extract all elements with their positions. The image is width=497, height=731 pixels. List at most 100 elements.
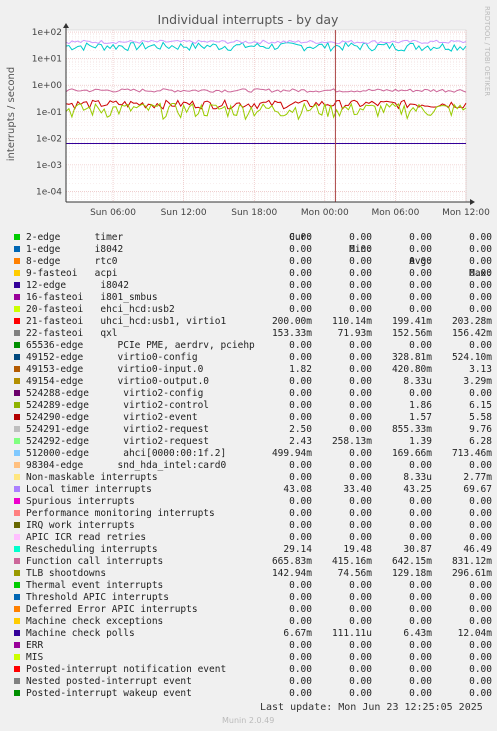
legend-avg: 642.15m [391, 556, 432, 567]
legend-swatch [14, 582, 20, 588]
legend-min: 415.16m [331, 556, 372, 567]
legend-max: 0.00 [469, 496, 492, 507]
legend-swatch [14, 306, 20, 312]
legend-row: Machine check polls 6.67m 111.11u 6.43m 12.0… [0, 628, 497, 640]
legend-max: 0.00 [469, 616, 492, 627]
legend-max: 0.00 [469, 340, 492, 351]
legend-swatch [14, 342, 20, 348]
legend-row: Rescheduling interrupts 29.14 19.48 30.87 46… [0, 544, 497, 556]
legend-series-name: 20-fasteoi ehci_hcd:usb2 [26, 304, 175, 315]
legend-row: Nested posted-interrupt event 0.00 0.00 0.0… [0, 676, 497, 688]
legend-avg: 1.39 [409, 436, 432, 447]
legend-row: 65536-edge PCIe PME, aerdrv, pciehp 0.00 0… [0, 340, 497, 352]
legend-row: 21-fasteoi uhci_hcd:usb1, virtio1 200.00m… [0, 316, 497, 328]
legend-row: 9-fasteoi acpi 0.00 0.00 0.00 0.00 [0, 268, 497, 280]
legend-min: 0.00 [349, 352, 372, 363]
legend-min: 0.00 [349, 448, 372, 459]
legend-cur: 0.00 [289, 532, 312, 543]
legend-avg: 0.00 [409, 676, 432, 687]
legend-swatch [14, 594, 20, 600]
legend-min: 0.00 [349, 280, 372, 291]
legend-series-name: Thermal event interrupts [26, 580, 164, 591]
legend-cur: 0.00 [289, 688, 312, 699]
legend-min: 0.00 [349, 652, 372, 663]
legend-avg: 0.00 [409, 460, 432, 471]
legend-series-name: APIC ICR read retries [26, 532, 147, 543]
legend-series-name: 21-fasteoi uhci_hcd:usb1, virtio1 [26, 316, 227, 327]
legend-avg: 199.41m [391, 316, 432, 327]
legend-avg: 129.18m [391, 568, 432, 579]
legend-min: 0.00 [349, 388, 372, 399]
legend-min: 33.40 [343, 484, 372, 495]
legend-cur: 665.83m [271, 556, 312, 567]
legend-avg: 0.00 [409, 268, 432, 279]
legend-header: Cur: Min: Avg: Max: [0, 220, 497, 279]
legend-row: Machine check exceptions 0.00 0.00 0.00 0.00 [0, 616, 497, 628]
legend-cur: 0.00 [289, 664, 312, 675]
legend-row: 22-fasteoi qxl 153.33m 71.93m 152.56m 156.42… [0, 328, 497, 340]
legend-max: 0.00 [469, 268, 492, 279]
legend-row: Local timer interrupts 43.08 33.40 43.25 69.… [0, 484, 497, 496]
legend-min: 0.00 [349, 292, 372, 303]
x-tick-label: Mon 12:00 [442, 208, 490, 218]
legend-avg: 0.00 [409, 280, 432, 291]
last-update: Last update: Mon Jun 23 12:25:05 2025 [260, 702, 483, 713]
legend-series-name: 22-fasteoi qxl [26, 328, 118, 339]
legend-max: 3.13 [469, 364, 492, 375]
legend-cur: 0.00 [289, 400, 312, 411]
legend-avg: 43.25 [403, 484, 432, 495]
legend-series-name: Performance monitoring interrupts [26, 508, 215, 519]
legend-series-name: 8-edge rtc0 [26, 256, 118, 267]
legend-cur: 0.00 [289, 460, 312, 471]
y-axis-label: interrupts / second [6, 67, 17, 161]
legend-cur: 0.00 [289, 256, 312, 267]
legend-cur: 0.00 [289, 508, 312, 519]
legend-avg: 0.00 [409, 304, 432, 315]
legend-max: 0.00 [469, 592, 492, 603]
legend-swatch [14, 474, 20, 480]
legend-swatch [14, 606, 20, 612]
legend-min: 0.00 [349, 532, 372, 543]
legend-cur: 0.00 [289, 280, 312, 291]
legend-row: 524288-edge virtio2-config 0.00 0.00 0.00 0.… [0, 388, 497, 400]
legend-max: 0.00 [469, 580, 492, 591]
legend-series-name: 49154-edge virtio0-output.0 [26, 376, 210, 387]
legend-row: Performance monitoring interrupts 0.00 0.0… [0, 508, 497, 520]
legend-max: 0.00 [469, 304, 492, 315]
legend-avg: 0.00 [409, 688, 432, 699]
legend-series-name: 524290-edge virtio2-event [26, 412, 198, 423]
legend-row: 524292-edge virtio2-request 2.43 258.13m 1.… [0, 436, 497, 448]
legend-row: Deferred Error APIC interrupts 0.00 0.00 0.… [0, 604, 497, 616]
legend-cur: 200.00m [271, 316, 312, 327]
legend-avg: 0.00 [409, 604, 432, 615]
legend-cur: 29.14 [283, 544, 312, 555]
legend-series-name: Spurious interrupts [26, 496, 135, 507]
legend-series-name: Posted-interrupt notification event [26, 664, 227, 675]
legend-max: 0.00 [469, 388, 492, 399]
legend-avg: 0.00 [409, 652, 432, 663]
legend-series-name: IRQ work interrupts [26, 520, 135, 531]
legend-cur: 499.94m [271, 448, 312, 459]
legend-max: 156.42m [451, 328, 492, 339]
legend-series-name: 1-edge i8042 [26, 244, 124, 255]
legend-row: 8-edge rtc0 0.00 0.00 0.00 0.00 [0, 256, 497, 268]
legend-min: 0.00 [349, 412, 372, 423]
legend-min: 0.00 [349, 256, 372, 267]
legend-cur: 0.00 [289, 652, 312, 663]
legend-avg: 0.00 [409, 244, 432, 255]
legend-swatch [14, 294, 20, 300]
legend-cur: 153.33m [271, 328, 312, 339]
legend-max: 0.00 [469, 688, 492, 699]
legend-series-name: 49153-edge virtio0-input.0 [26, 364, 204, 375]
legend-row: TLB shootdowns 142.94m 74.56m 129.18m 296.61… [0, 568, 497, 580]
legend-avg: 0.00 [409, 340, 432, 351]
legend-cur: 43.08 [283, 484, 312, 495]
legend-row: IRQ work interrupts 0.00 0.00 0.00 0.00 [0, 520, 497, 532]
legend-avg: 0.00 [409, 640, 432, 651]
legend-row: 49153-edge virtio0-input.0 1.82 0.00 420.80… [0, 364, 497, 376]
legend-min: 0.00 [349, 688, 372, 699]
legend-max: 0.00 [469, 244, 492, 255]
legend-avg: 8.33u [403, 376, 432, 387]
legend-cur: 0.00 [289, 676, 312, 687]
legend-swatch [14, 486, 20, 492]
